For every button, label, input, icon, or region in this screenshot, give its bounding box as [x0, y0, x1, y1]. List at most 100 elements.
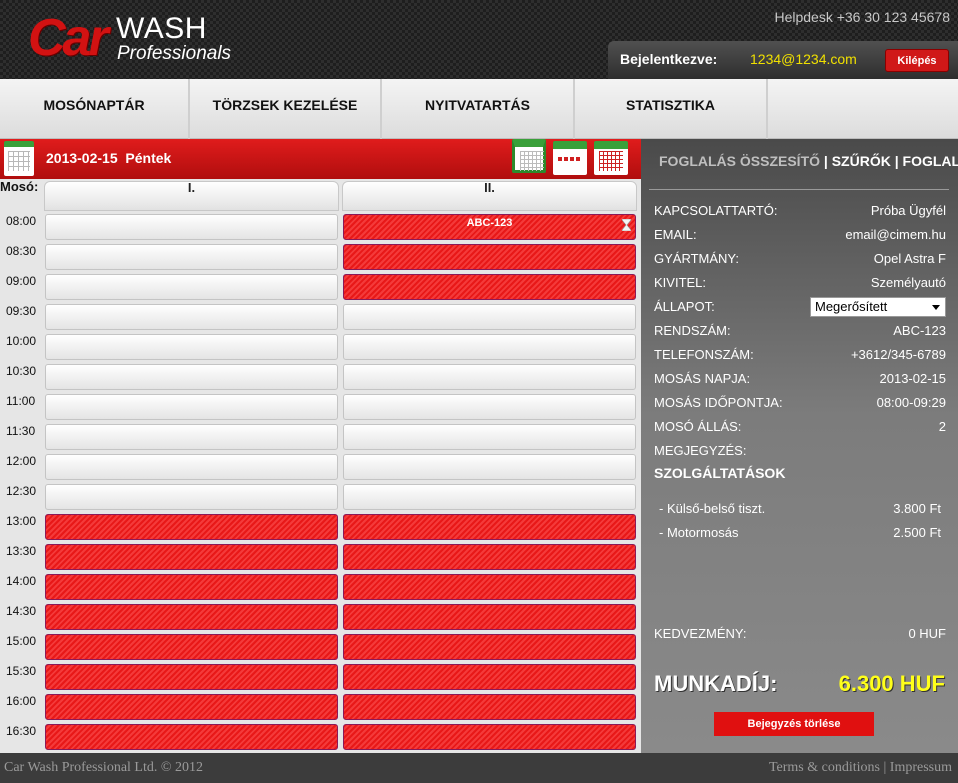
booked-slot[interactable] — [343, 244, 636, 270]
detail-value: 08:00-09:29 — [876, 395, 946, 410]
service-item: - Motormosás 2.500 Ft — [659, 525, 941, 540]
time-label: 13:30 — [6, 544, 37, 558]
month-view-icon[interactable] — [512, 139, 546, 173]
booked-slot[interactable] — [343, 694, 636, 720]
time-label: 12:00 — [6, 454, 37, 468]
logout-button[interactable]: Kilépés — [885, 49, 949, 72]
hourglass-icon[interactable] — [622, 219, 631, 231]
free-slot[interactable] — [343, 454, 636, 480]
booked-slot[interactable] — [45, 604, 338, 630]
delete-booking-button[interactable]: Bejegyzés törlése — [714, 712, 874, 736]
detail-key: MOSÁS IDŐPONTJA: — [654, 395, 783, 410]
detail-row: KIVITEL: Személyautó — [654, 275, 946, 295]
free-slot[interactable] — [45, 454, 338, 480]
column-header-2: II. — [342, 181, 637, 211]
terms-link[interactable]: Terms & conditions — [769, 760, 880, 775]
booked-slot[interactable] — [343, 634, 636, 660]
free-slot[interactable] — [45, 484, 338, 510]
detail-key: GYÁRTMÁNY: — [654, 251, 740, 266]
discount-value: 0 HUF — [908, 626, 946, 641]
booked-slot[interactable] — [45, 724, 338, 750]
detail-key: TELEFONSZÁM: — [654, 347, 754, 362]
logo[interactable]: Car WASH Professionals — [28, 10, 248, 70]
calendar-day-name: Péntek — [125, 150, 172, 166]
free-slot[interactable] — [343, 394, 636, 420]
time-label: 09:30 — [6, 304, 37, 318]
time-label: 09:00 — [6, 274, 37, 288]
tab-summary[interactable]: FOGLALÁS ÖSSZESÍTŐ — [659, 153, 820, 169]
logo-car-text: Car — [28, 9, 109, 67]
logo-wash-text: WASH — [116, 12, 207, 45]
booked-slot[interactable] — [45, 514, 338, 540]
booked-slot[interactable] — [45, 694, 338, 720]
day-view-icon[interactable] — [594, 141, 628, 175]
free-slot[interactable] — [343, 484, 636, 510]
footer-separator: | — [879, 760, 890, 775]
detail-value: Személyautó — [870, 275, 946, 290]
detail-key: ÁLLAPOT: — [654, 299, 715, 314]
booked-slot[interactable] — [343, 514, 636, 540]
time-label: 15:00 — [6, 634, 37, 648]
status-select[interactable]: Megerősített — [810, 297, 946, 317]
booked-slot[interactable]: ABC-123 — [343, 214, 636, 240]
calendar-icon[interactable] — [4, 141, 34, 176]
nav-item-statistics[interactable]: STATISZTIKA — [575, 79, 768, 139]
detail-row: MOSÓ ÁLLÁS: 2 — [654, 419, 946, 439]
free-slot[interactable] — [343, 424, 636, 450]
detail-row: MOSÁS IDŐPONTJA: 08:00-09:29 — [654, 395, 946, 415]
free-slot[interactable] — [45, 244, 338, 270]
impressum-link[interactable]: Impressum — [890, 760, 952, 775]
column-header-1: I. — [44, 181, 339, 211]
nav-item-calendar[interactable]: MOSÓNAPTÁR — [0, 79, 190, 139]
calendar-header-bar: 2013-02-15 Péntek — [0, 139, 641, 179]
total-label: MUNKADÍJ: — [654, 671, 778, 696]
booked-slot[interactable] — [45, 664, 338, 690]
status-select-value: Megerősített — [815, 299, 888, 314]
free-slot[interactable] — [45, 364, 338, 390]
footer: Car Wash Professional Ltd. © 2012 Terms … — [0, 753, 958, 783]
chevron-down-icon — [932, 305, 940, 310]
week-view-icon[interactable] — [553, 141, 587, 175]
free-slot[interactable] — [45, 274, 338, 300]
booked-slot[interactable] — [343, 544, 636, 570]
detail-key: RENDSZÁM: — [654, 323, 731, 338]
time-label: 16:30 — [6, 724, 37, 738]
free-slot[interactable] — [45, 394, 338, 420]
booked-slot[interactable] — [45, 544, 338, 570]
free-slot[interactable] — [45, 424, 338, 450]
detail-value: 2013-02-15 — [879, 371, 947, 386]
detail-row: MEGJEGYZÉS: — [654, 443, 946, 463]
detail-row: MOSÁS NAPJA: 2013-02-15 — [654, 371, 946, 391]
time-label: 13:00 — [6, 514, 37, 528]
booked-slot[interactable] — [343, 664, 636, 690]
booked-slot[interactable] — [343, 274, 636, 300]
booked-slot[interactable] — [343, 574, 636, 600]
detail-row: GYÁRTMÁNY: Opel Astra F — [654, 251, 946, 271]
service-price: 2.500 Ft — [893, 525, 941, 540]
free-slot[interactable] — [45, 304, 338, 330]
booked-slot[interactable] — [343, 604, 636, 630]
nav-item-master-data[interactable]: TÖRZSEK KEZELÉSE — [190, 79, 382, 139]
booked-slot[interactable] — [343, 724, 636, 750]
detail-row: TELEFONSZÁM: +3612/345-6789 — [654, 347, 946, 367]
booked-slot[interactable] — [45, 634, 338, 660]
free-slot[interactable] — [343, 364, 636, 390]
free-slot[interactable] — [45, 214, 338, 240]
time-label: 10:00 — [6, 334, 37, 348]
calendar-date: 2013-02-15 Péntek — [46, 150, 171, 166]
nav-item-opening-hours[interactable]: NYITVATARTÁS — [382, 79, 575, 139]
time-label: 10:30 — [6, 364, 37, 378]
time-label: 08:00 — [6, 214, 37, 228]
service-item: - Külső-belső tiszt. 3.800 Ft — [659, 501, 941, 516]
header: Car WASH Professionals Helpdesk +36 30 1… — [0, 0, 958, 79]
tab-separator: | — [890, 153, 903, 169]
detail-value: +3612/345-6789 — [850, 347, 946, 362]
free-slot[interactable] — [45, 334, 338, 360]
tab-booking[interactable]: FOGLALÁS — [903, 153, 958, 169]
tab-filters[interactable]: SZŰRŐK — [832, 153, 891, 169]
tab-separator: | — [820, 153, 832, 169]
booked-slot[interactable] — [45, 574, 338, 600]
free-slot[interactable] — [343, 334, 636, 360]
time-label: 08:30 — [6, 244, 37, 258]
free-slot[interactable] — [343, 304, 636, 330]
